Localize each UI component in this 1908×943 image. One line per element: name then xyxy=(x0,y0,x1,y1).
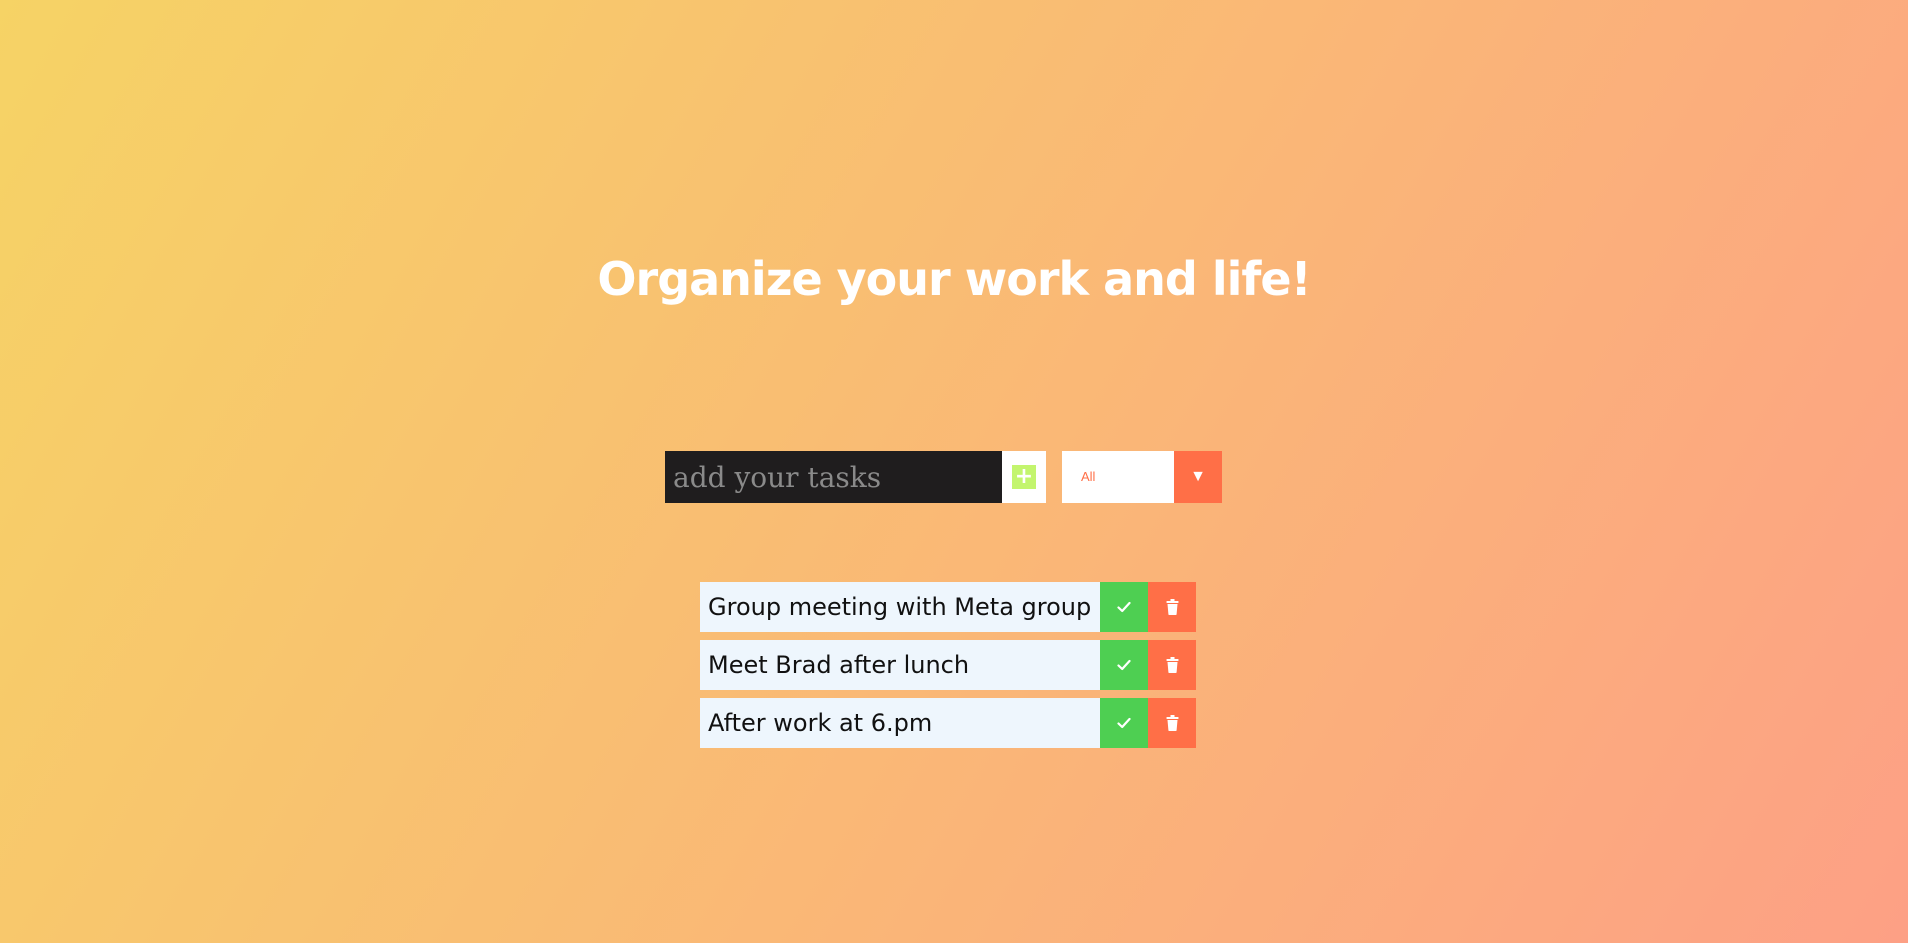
todo-text: Meet Brad after lunch xyxy=(700,640,1100,690)
filter-select[interactable]: All ▼ xyxy=(1062,451,1222,503)
complete-button[interactable] xyxy=(1100,698,1148,748)
add-task-form: + xyxy=(665,451,1046,503)
trash-icon xyxy=(1166,715,1179,731)
plus-icon: + xyxy=(1012,465,1036,489)
delete-button[interactable] xyxy=(1148,698,1196,748)
complete-button[interactable] xyxy=(1100,582,1148,632)
todo-item: Meet Brad after lunch xyxy=(700,640,1196,690)
todo-item: After work at 6.pm xyxy=(700,698,1196,748)
check-icon xyxy=(1117,601,1131,613)
trash-icon xyxy=(1166,657,1179,673)
check-icon xyxy=(1117,717,1131,729)
check-icon xyxy=(1117,659,1131,671)
todo-text: After work at 6.pm xyxy=(700,698,1100,748)
todo-text: Group meeting with Meta group xyxy=(700,582,1100,632)
trash-icon xyxy=(1166,599,1179,615)
add-task-button[interactable]: + xyxy=(1002,451,1046,503)
delete-button[interactable] xyxy=(1148,582,1196,632)
filter-selected-value[interactable]: All xyxy=(1062,451,1174,503)
task-input[interactable] xyxy=(665,451,1002,503)
complete-button[interactable] xyxy=(1100,640,1148,690)
todo-list: Group meeting with Meta group Meet Brad … xyxy=(700,582,1196,756)
caret-down-icon[interactable]: ▼ xyxy=(1174,451,1222,503)
todo-item: Group meeting with Meta group xyxy=(700,582,1196,632)
page-title: Organize your work and life! xyxy=(597,252,1311,306)
delete-button[interactable] xyxy=(1148,640,1196,690)
